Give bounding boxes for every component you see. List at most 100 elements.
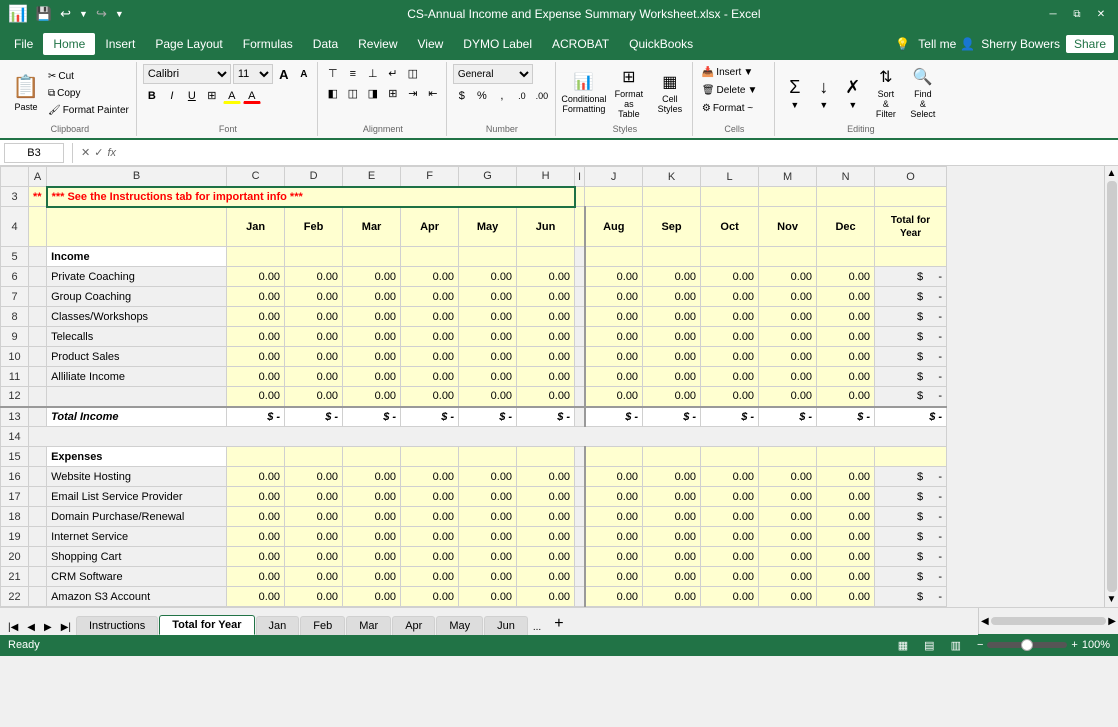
cell-A7[interactable] [29,287,47,307]
cell-D9[interactable]: 0.00 [285,327,343,347]
cell-H21[interactable]: 0.00 [517,567,575,587]
cell-E15[interactable] [343,447,401,467]
cell-L18[interactable]: 0.00 [701,507,759,527]
cell-O11[interactable]: $ - [875,367,947,387]
cell-O10[interactable]: $ - [875,347,947,367]
format-as-table-button[interactable]: ⊞ Format asTable [607,67,651,119]
cell-L22[interactable]: 0.00 [701,587,759,607]
cell-N9[interactable]: 0.00 [817,327,875,347]
cell-M8[interactable]: 0.00 [759,307,817,327]
cell-F20[interactable]: 0.00 [401,547,459,567]
cell-L19[interactable]: 0.00 [701,527,759,547]
user-name[interactable]: Sherry Bowers [981,37,1060,51]
cell-B11[interactable]: Alliliate Income [47,367,227,387]
cell-H7[interactable]: 0.00 [517,287,575,307]
cell-F19[interactable]: 0.00 [401,527,459,547]
cell-C13[interactable]: $ - [227,407,285,427]
cell-A20[interactable] [29,547,47,567]
cell-N21[interactable]: 0.00 [817,567,875,587]
cell-C9[interactable]: 0.00 [227,327,285,347]
cell-J4-aug[interactable]: Aug [585,207,643,247]
col-header-O[interactable]: O [875,167,947,187]
cell-D16[interactable]: 0.00 [285,467,343,487]
redo-icon[interactable]: ↪ [96,6,107,22]
cell-G13[interactable]: $ - [459,407,517,427]
cell-B16[interactable]: Website Hosting [47,467,227,487]
restore-button[interactable]: ⧉ [1068,5,1086,23]
font-name-select[interactable]: Calibri [143,64,231,84]
cell-C10[interactable]: 0.00 [227,347,285,367]
cell-I19[interactable] [575,527,585,547]
cell-N16[interactable]: 0.00 [817,467,875,487]
view-page-break-icon[interactable]: ▥ [951,639,961,652]
close-button[interactable]: ✕ [1092,5,1110,23]
col-header-D[interactable]: D [285,167,343,187]
insert-function-icon[interactable]: fx [107,147,116,159]
cell-reference-input[interactable] [4,143,64,163]
cell-C8[interactable]: 0.00 [227,307,285,327]
cell-L21[interactable]: 0.00 [701,567,759,587]
menu-dymo[interactable]: DYMO Label [453,33,542,55]
cell-D19[interactable]: 0.00 [285,527,343,547]
cell-G4-may[interactable]: May [459,207,517,247]
col-header-M[interactable]: M [759,167,817,187]
cell-I4[interactable] [575,207,585,247]
cell-E5[interactable] [343,247,401,267]
cell-B19[interactable]: Internet Service [47,527,227,547]
cell-J5[interactable] [585,247,643,267]
tab-nav-next[interactable]: ▶ [40,620,56,635]
cell-G20[interactable]: 0.00 [459,547,517,567]
cell-M3[interactable] [759,187,817,207]
cell-O16[interactable]: $ - [875,467,947,487]
cell-G16[interactable]: 0.00 [459,467,517,487]
cell-B6[interactable]: Private Coaching [47,267,227,287]
menu-insert[interactable]: Insert [95,33,145,55]
cancel-formula-icon[interactable]: ✕ [81,146,90,159]
cell-B5-income[interactable]: Income [47,247,227,267]
cell-A8[interactable] [29,307,47,327]
cell-F22[interactable]: 0.00 [401,587,459,607]
col-header-E[interactable]: E [343,167,401,187]
cell-G17[interactable]: 0.00 [459,487,517,507]
cell-L12[interactable]: 0.00 [701,387,759,407]
menu-acrobat[interactable]: ACROBAT [542,33,619,55]
minimize-button[interactable]: ─ [1044,5,1062,23]
cell-E17[interactable]: 0.00 [343,487,401,507]
cell-B12[interactable] [47,387,227,407]
cell-M15[interactable] [759,447,817,467]
cell-O4-total[interactable]: Total forYear [875,207,947,247]
menu-quickbooks[interactable]: QuickBooks [619,33,703,55]
cell-M7[interactable]: 0.00 [759,287,817,307]
menu-file[interactable]: File [4,33,43,55]
sheet-tab-may[interactable]: May [436,616,483,635]
col-header-C[interactable]: C [227,167,285,187]
align-left-button[interactable]: ◧ [324,84,342,102]
cell-K17[interactable]: 0.00 [643,487,701,507]
undo-icon[interactable]: ↩ [60,6,71,22]
menu-home[interactable]: Home [43,33,95,55]
cell-L7[interactable]: 0.00 [701,287,759,307]
cell-O20[interactable]: $ - [875,547,947,567]
cell-F5[interactable] [401,247,459,267]
cell-D20[interactable]: 0.00 [285,547,343,567]
cell-D17[interactable]: 0.00 [285,487,343,507]
align-bottom-button[interactable]: ⊥ [364,64,382,82]
cell-G5[interactable] [459,247,517,267]
cell-I16[interactable] [575,467,585,487]
cell-G11[interactable]: 0.00 [459,367,517,387]
cell-N10[interactable]: 0.00 [817,347,875,367]
sort-filter-button[interactable]: ⇅ Sort &Filter [868,67,904,119]
cell-L3[interactable] [701,187,759,207]
sheet-tab-instructions[interactable]: Instructions [76,616,158,635]
cell-J18[interactable]: 0.00 [585,507,643,527]
menu-review[interactable]: Review [348,33,407,55]
cell-M17[interactable]: 0.00 [759,487,817,507]
cell-K4-sep[interactable]: Sep [643,207,701,247]
number-format-select[interactable]: General [453,64,533,84]
cell-O8[interactable]: $ - [875,307,947,327]
share-button[interactable]: Share [1066,35,1114,53]
cut-button[interactable]: ✂ Cut [45,68,132,84]
cell-H6[interactable]: 0.00 [517,267,575,287]
cell-F10[interactable]: 0.00 [401,347,459,367]
cell-D21[interactable]: 0.00 [285,567,343,587]
